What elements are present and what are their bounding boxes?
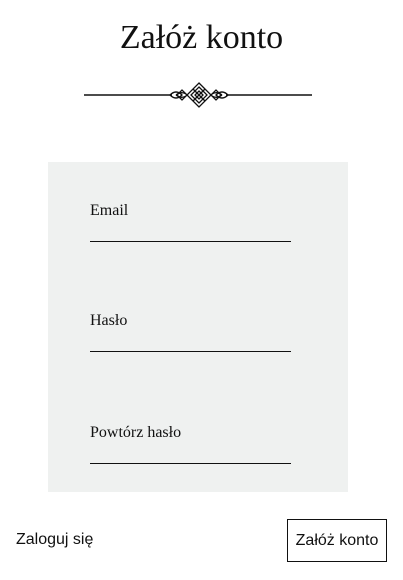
password-field-group: Hasło xyxy=(90,312,291,352)
password-label: Hasło xyxy=(90,312,128,329)
email-field[interactable] xyxy=(90,222,291,242)
password-field[interactable] xyxy=(90,332,291,352)
email-label: Email xyxy=(90,202,129,219)
page-title: Załóż konto xyxy=(119,19,284,56)
create-account-button[interactable]: Załóż konto xyxy=(287,519,387,562)
email-field-group: Email xyxy=(90,202,291,242)
login-link[interactable]: Zaloguj się xyxy=(16,530,93,550)
repeat-password-field-group: Powtórz hasło xyxy=(90,424,291,464)
repeat-password-field[interactable] xyxy=(90,444,291,464)
repeat-password-label: Powtórz hasło xyxy=(90,424,182,441)
flourish-divider-icon xyxy=(84,82,312,108)
signup-form-panel: Email Hasło Powtórz hasło xyxy=(48,162,348,492)
